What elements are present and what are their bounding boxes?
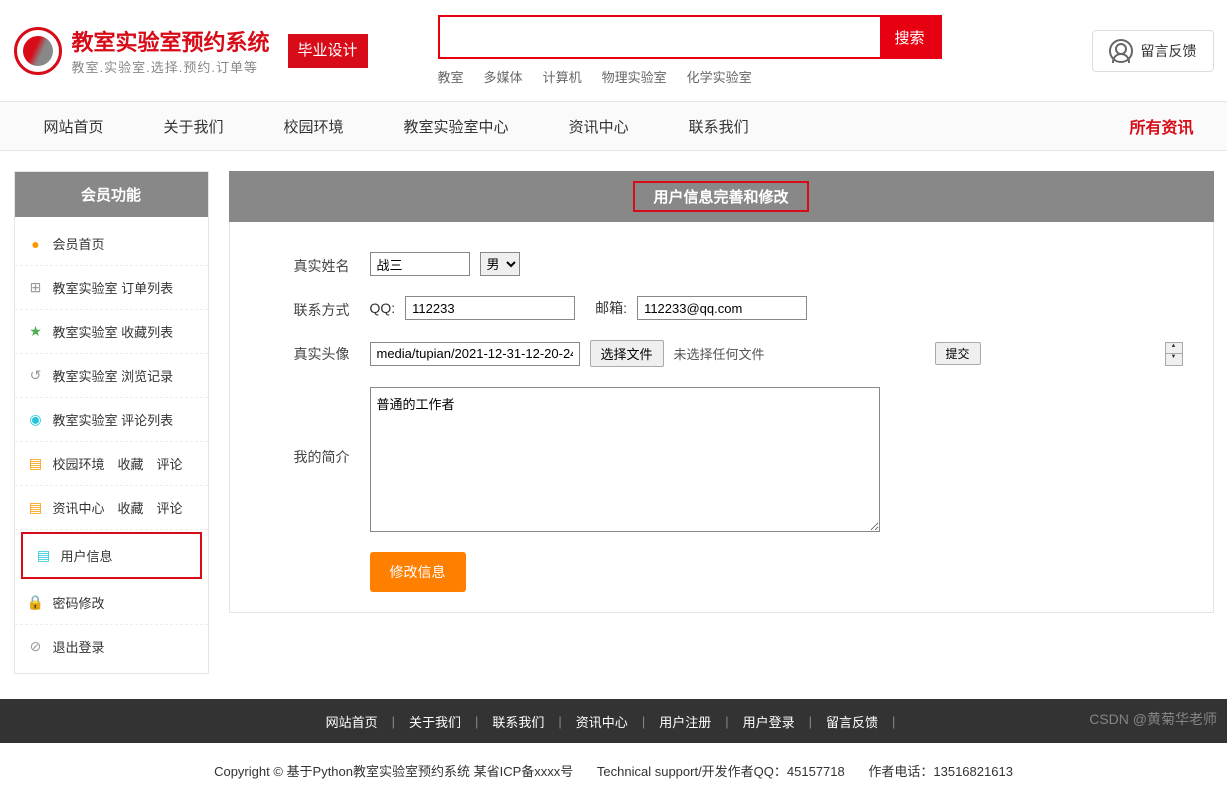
search-input[interactable] [440, 17, 880, 57]
footer-link[interactable]: 用户登录 [739, 712, 799, 731]
textarea-intro[interactable] [370, 387, 880, 532]
footer-link[interactable]: 网站首页 [322, 712, 382, 731]
site-subtitle: 教室.实验室.选择.预约.订单等 [72, 57, 270, 76]
copyright-text: Copyright © 基于Python教室实验室预约系统 某省ICP备xxxx… [214, 764, 573, 779]
watermark: CSDN @黄菊华老师 [1089, 709, 1217, 729]
search-tag[interactable]: 化学实验室 [687, 67, 752, 86]
sidebar-item[interactable]: ▤ 资讯中心 收藏 评论 [15, 486, 208, 530]
separator: | [548, 714, 571, 729]
search-box: 搜索 [438, 15, 942, 59]
sidebar-icon: ◉ [27, 411, 45, 429]
content-header: 用户信息完善和修改 [229, 171, 1214, 222]
sidebar-label: 教室实验室 收藏列表 [53, 322, 174, 341]
site-title: 教室实验室预约系统 [72, 25, 270, 57]
sidebar-icon: ▤ [35, 547, 53, 565]
sidebar-label: 教室实验室 评论列表 [53, 410, 174, 429]
search-tag[interactable]: 多媒体 [484, 67, 523, 86]
phone-text: 作者电话：13516821613 [868, 764, 1013, 779]
nav-item[interactable]: 联系我们 [659, 116, 779, 137]
sidebar-label: 退出登录 [53, 637, 105, 656]
search-tag[interactable]: 物理实验室 [602, 67, 667, 86]
label-email: 邮箱: [595, 298, 627, 318]
feedback-button[interactable]: 留言反馈 [1092, 30, 1214, 72]
logo-icon [14, 27, 62, 75]
footer-link[interactable]: 留言反馈 [822, 712, 882, 731]
sidebar-label: 密码修改 [53, 593, 105, 612]
sidebar-icon: ▤ [27, 455, 45, 473]
sidebar-item[interactable]: ▤ 校园环境 收藏 评论 [15, 442, 208, 486]
feedback-label: 留言反馈 [1141, 41, 1197, 61]
sidebar-item[interactable]: ★ 教室实验室 收藏列表 [15, 310, 208, 354]
nav-item[interactable]: 关于我们 [134, 116, 254, 137]
input-avatar-path[interactable] [370, 342, 580, 366]
content-title: 用户信息完善和修改 [633, 181, 808, 212]
sidebar-item[interactable]: ▤ 用户信息 [21, 532, 202, 579]
avatar-icon [1109, 39, 1133, 63]
sidebar-label: 校园环境 收藏 评论 [53, 454, 183, 473]
footer-link[interactable]: 资讯中心 [572, 712, 632, 731]
logo[interactable]: 教室实验室预约系统 教室.实验室.选择.预约.订单等 [14, 25, 270, 76]
footer-link[interactable]: 联系我们 [488, 712, 548, 731]
footer-link[interactable]: 用户注册 [655, 712, 715, 731]
label-avatar: 真实头像 [260, 340, 350, 364]
sidebar-icon: ⊞ [27, 279, 45, 297]
separator: | [799, 714, 822, 729]
file-choose-button[interactable]: 选择文件 [590, 340, 664, 367]
number-spinner[interactable]: ▲▼ [1165, 342, 1183, 366]
sidebar-item[interactable]: 🔒 密码修改 [15, 581, 208, 625]
search-button[interactable]: 搜索 [880, 17, 940, 57]
search-tag[interactable]: 计算机 [543, 67, 582, 86]
sidebar-icon: ● [27, 235, 45, 253]
sidebar-label: 教室实验室 订单列表 [53, 278, 174, 297]
separator: | [632, 714, 655, 729]
sidebar-item[interactable]: ◉ 教室实验室 评论列表 [15, 398, 208, 442]
sidebar-icon: ★ [27, 323, 45, 341]
nav-all-news[interactable]: 所有资讯 [1129, 114, 1213, 138]
label-qq: QQ: [370, 300, 396, 316]
sidebar-icon: ▤ [27, 499, 45, 517]
sidebar-label: 资讯中心 收藏 评论 [53, 498, 183, 517]
separator: | [715, 714, 738, 729]
label-contact: 联系方式 [260, 296, 350, 320]
sidebar-item[interactable]: ⊘ 退出登录 [15, 625, 208, 668]
sidebar-label: 教室实验室 浏览记录 [53, 366, 174, 385]
sidebar-item[interactable]: ↺ 教室实验室 浏览记录 [15, 354, 208, 398]
label-intro: 我的简介 [260, 387, 350, 467]
nav-item[interactable]: 资讯中心 [539, 116, 659, 137]
modify-button[interactable]: 修改信息 [370, 552, 466, 592]
select-gender[interactable]: 男 [480, 252, 520, 276]
sidebar-label: 用户信息 [61, 546, 113, 565]
separator: | [382, 714, 405, 729]
sidebar-item[interactable]: ● 会员首页 [15, 222, 208, 266]
support-text: Technical support/开发作者QQ：45157718 [597, 764, 845, 779]
nav-item[interactable]: 网站首页 [14, 116, 134, 137]
input-qq[interactable] [405, 296, 575, 320]
sidebar-icon: ↺ [27, 367, 45, 385]
badge-graduation: 毕业设计 [288, 34, 368, 68]
footer-link[interactable]: 关于我们 [405, 712, 465, 731]
sidebar-item[interactable]: ⊞ 教室实验室 订单列表 [15, 266, 208, 310]
input-email[interactable] [637, 296, 807, 320]
separator: | [882, 714, 905, 729]
file-status-text: 未选择任何文件 [674, 344, 765, 363]
label-realname: 真实姓名 [260, 252, 350, 276]
input-realname[interactable] [370, 252, 470, 276]
search-tag[interactable]: 教室 [438, 67, 464, 86]
avatar-submit-button[interactable]: 提交 [935, 342, 981, 365]
sidebar-icon: ⊘ [27, 638, 45, 656]
sidebar-header: 会员功能 [15, 172, 208, 217]
nav-item[interactable]: 教室实验室中心 [374, 116, 539, 137]
separator: | [465, 714, 488, 729]
nav-item[interactable]: 校园环境 [254, 116, 374, 137]
sidebar-icon: 🔒 [27, 594, 45, 612]
sidebar-label: 会员首页 [53, 234, 105, 253]
